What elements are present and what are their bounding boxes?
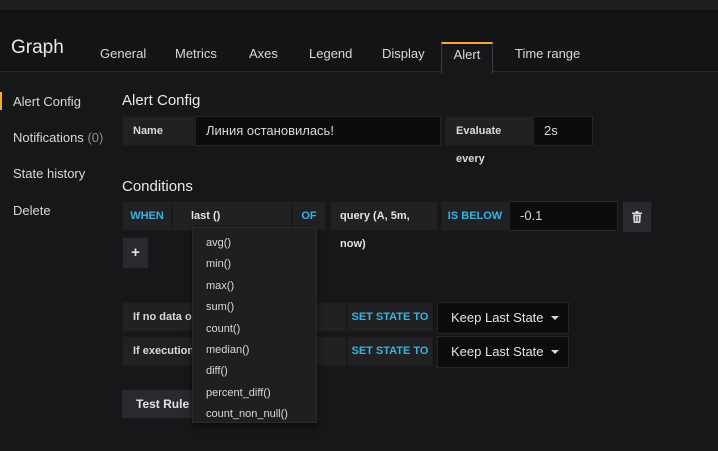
alert-name-input[interactable]: Линия остановилась!	[195, 116, 441, 146]
add-condition-button[interactable]: +	[122, 237, 149, 269]
sidenav-item-delete[interactable]: Delete	[13, 203, 51, 218]
notifications-count: (0)	[87, 130, 104, 145]
evaluate-every-label: Evaluate every	[445, 116, 533, 165]
dropdown-option-percent-diff[interactable]: percent_diff()	[193, 383, 316, 404]
execution-error-state-select[interactable]: Keep Last State	[437, 336, 569, 368]
set-state-keyword-2: SET STATE TO	[347, 336, 433, 366]
dropdown-option-count[interactable]: count()	[193, 319, 316, 340]
tab-general[interactable]: General	[100, 42, 146, 73]
set-state-keyword-1: SET STATE TO	[347, 302, 433, 332]
tab-axes[interactable]: Axes	[249, 42, 278, 73]
sidenav-active-indicator	[0, 92, 2, 110]
name-label: Name	[122, 116, 195, 146]
sidenav-item-state-history[interactable]: State history	[13, 166, 85, 181]
sidenav-item-alert-config[interactable]: Alert Config	[13, 94, 81, 109]
tab-display[interactable]: Display	[382, 42, 425, 73]
sidenav-item-notifications[interactable]: Notifications (0)	[13, 130, 103, 145]
tab-legend[interactable]: Legend	[309, 42, 352, 73]
trash-icon	[632, 211, 642, 223]
plus-icon: +	[131, 244, 140, 261]
dropdown-option-diff[interactable]: diff()	[193, 361, 316, 382]
reducer-function-dropdown: avg() min() max() sum() count() median()…	[192, 227, 317, 423]
dropdown-option-max[interactable]: max()	[193, 276, 316, 297]
no-data-state-value: Keep Last State	[451, 310, 544, 325]
panel-type-title: Graph	[11, 37, 64, 58]
top-strip	[0, 0, 718, 11]
tab-metrics[interactable]: Metrics	[175, 42, 217, 73]
evaluate-every-input[interactable]: 2s	[533, 116, 593, 146]
alert-config-title: Alert Config	[122, 92, 201, 109]
threshold-input[interactable]: -0.1	[509, 201, 618, 231]
no-data-state-select[interactable]: Keep Last State	[437, 302, 569, 334]
tab-time-range[interactable]: Time range	[515, 42, 580, 73]
dropdown-option-count-non-null[interactable]: count_non_null()	[193, 404, 316, 425]
panel-editor-header: Graph General Metrics Axes Legend Displa…	[0, 11, 718, 74]
chevron-down-icon	[551, 316, 559, 320]
dropdown-option-min[interactable]: min()	[193, 254, 316, 275]
test-rule-button[interactable]: Test Rule	[121, 389, 197, 419]
dropdown-option-median[interactable]: median()	[193, 340, 316, 361]
conditions-title: Conditions	[122, 178, 193, 195]
dropdown-option-sum[interactable]: sum()	[193, 297, 316, 318]
tab-alert[interactable]: Alert	[441, 42, 493, 74]
evaluator-type-select[interactable]: IS BELOW	[441, 201, 509, 231]
dropdown-option-avg[interactable]: avg()	[193, 233, 316, 254]
chevron-down-icon	[551, 350, 559, 354]
sidenav-item-label: Notifications	[13, 130, 84, 145]
delete-condition-button[interactable]	[622, 201, 652, 233]
query-select[interactable]: query (A, 5m, now)	[330, 201, 438, 250]
when-keyword: WHEN	[122, 201, 172, 231]
execution-error-state-value: Keep Last State	[451, 344, 544, 359]
